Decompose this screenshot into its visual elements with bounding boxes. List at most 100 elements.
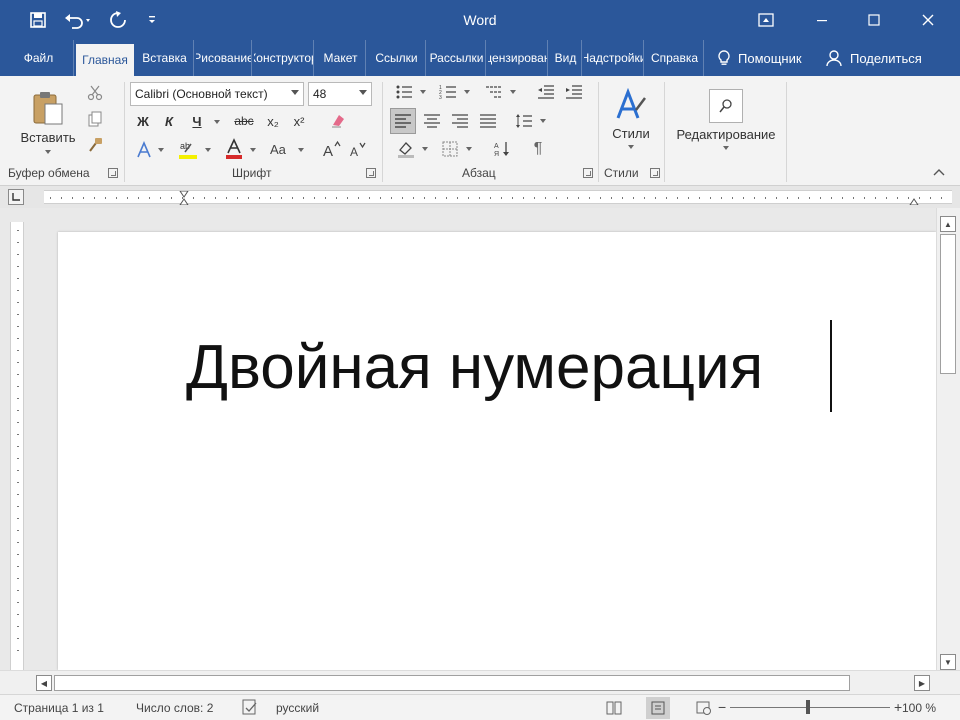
zoom-out-icon[interactable]: − <box>718 699 726 715</box>
show-marks-icon[interactable]: ¶ <box>526 136 550 162</box>
clear-formatting-icon[interactable] <box>326 108 350 132</box>
zoom-slider-thumb[interactable] <box>806 700 810 714</box>
underline-button[interactable]: Ч <box>186 110 208 132</box>
close-icon[interactable] <box>908 6 948 34</box>
strikethrough-button[interactable]: abc <box>230 110 258 132</box>
tab-references[interactable]: Ссылки <box>368 40 426 76</box>
justify-icon[interactable] <box>476 108 500 134</box>
line-spacing-icon[interactable] <box>512 108 536 134</box>
multilevel-list-icon[interactable] <box>482 80 506 104</box>
vertical-scroll-thumb[interactable] <box>940 234 956 374</box>
multilevel-dropdown-arrow[interactable] <box>510 90 516 94</box>
bold-button[interactable]: Ж <box>132 110 154 132</box>
tab-help[interactable]: Справка <box>646 40 704 76</box>
numbering-dropdown-arrow[interactable] <box>464 90 470 94</box>
bullets-icon[interactable] <box>392 80 416 104</box>
horizontal-scrollbar[interactable]: ◀ ▶ <box>0 670 960 694</box>
collapse-ribbon-icon[interactable] <box>930 164 948 180</box>
paste-dropdown-arrow[interactable] <box>45 150 51 154</box>
ruler-tick <box>468 197 469 199</box>
decrease-indent-icon[interactable] <box>534 80 558 104</box>
highlight-icon[interactable]: ab <box>174 136 202 162</box>
zoom-level[interactable]: 100 % <box>902 701 936 715</box>
tab-selector-icon[interactable] <box>8 189 24 205</box>
font-size-combo[interactable]: 48 <box>308 82 372 106</box>
font-color-dropdown-arrow[interactable] <box>250 148 256 152</box>
text-effects-dropdown-arrow[interactable] <box>158 148 164 152</box>
print-layout-icon[interactable] <box>646 697 670 719</box>
editing-button[interactable]: Редактирование <box>670 80 782 158</box>
tab-mailings[interactable]: Рассылки <box>428 40 486 76</box>
shading-dropdown-arrow[interactable] <box>422 147 428 151</box>
change-case-icon[interactable]: Aa <box>266 136 294 162</box>
grow-font-icon[interactable]: A <box>320 136 344 162</box>
tell-me-button[interactable]: Помощник <box>716 40 802 76</box>
tab-draw[interactable]: Рисование <box>196 40 252 76</box>
share-button[interactable]: Поделиться <box>826 40 922 76</box>
superscript-button[interactable]: x² <box>288 110 310 132</box>
tab-view[interactable]: Вид <box>550 40 582 76</box>
scroll-up-icon[interactable]: ▲ <box>940 216 956 232</box>
scroll-down-icon[interactable]: ▼ <box>940 654 956 670</box>
borders-icon[interactable] <box>438 136 462 162</box>
ruler-track[interactable] <box>44 190 952 206</box>
title-bar: Word <box>0 0 960 40</box>
page-count[interactable]: Страница 1 из 1 <box>14 701 104 715</box>
underline-dropdown-arrow[interactable] <box>214 120 220 124</box>
copy-icon[interactable] <box>84 108 106 130</box>
change-case-dropdown-arrow[interactable] <box>298 148 304 152</box>
zoom-slider[interactable] <box>730 707 890 708</box>
word-count[interactable]: Число слов: 2 <box>136 701 213 715</box>
cut-icon[interactable] <box>84 82 106 104</box>
proofing-icon[interactable] <box>242 699 258 718</box>
vertical-scrollbar[interactable]: ▲ ▼ <box>936 208 960 670</box>
styles-button[interactable]: Стили <box>606 80 656 156</box>
align-center-icon[interactable] <box>420 108 444 134</box>
line-spacing-dropdown-arrow[interactable] <box>540 119 546 123</box>
tab-insert[interactable]: Вставка <box>136 40 194 76</box>
font-launcher[interactable] <box>366 168 376 178</box>
align-right-icon[interactable] <box>448 108 472 134</box>
shrink-font-icon[interactable]: A <box>346 136 370 162</box>
tab-review[interactable]: Рецензирование <box>488 40 548 76</box>
tab-layout[interactable]: Макет <box>316 40 366 76</box>
tab-home[interactable]: Главная <box>76 44 134 76</box>
clipboard-launcher[interactable] <box>108 168 118 178</box>
font-name-combo[interactable]: Calibri (Основной текст) <box>130 82 304 106</box>
bullets-dropdown-arrow[interactable] <box>420 90 426 94</box>
svg-text:3: 3 <box>439 95 442 100</box>
language-indicator[interactable]: русский <box>276 701 319 715</box>
sort-icon[interactable]: AЯ <box>490 136 514 162</box>
highlight-dropdown-arrow[interactable] <box>205 148 211 152</box>
increase-indent-icon[interactable] <box>562 80 586 104</box>
italic-button[interactable]: К <box>158 110 180 132</box>
read-mode-icon[interactable] <box>602 697 626 719</box>
paste-button[interactable]: Вставить <box>18 82 78 152</box>
shading-icon[interactable] <box>394 136 418 162</box>
paragraph-launcher[interactable] <box>583 168 593 178</box>
web-layout-icon[interactable] <box>692 697 716 719</box>
subscript-button[interactable]: x₂ <box>262 110 284 132</box>
maximize-icon[interactable] <box>854 6 894 34</box>
scroll-left-icon[interactable]: ◀ <box>36 675 52 691</box>
styles-launcher[interactable] <box>650 168 660 178</box>
tab-file[interactable]: Файл <box>4 40 74 76</box>
borders-dropdown-arrow[interactable] <box>466 147 472 151</box>
numbering-icon[interactable]: 123 <box>436 80 460 104</box>
ribbon-display-icon[interactable] <box>746 6 786 34</box>
format-painter-icon[interactable] <box>84 134 106 156</box>
zoom-in-icon[interactable]: + <box>894 699 902 715</box>
tab-design[interactable]: Конструктор <box>254 40 314 76</box>
scroll-right-icon[interactable]: ▶ <box>914 675 930 691</box>
indent-marker[interactable] <box>179 190 189 206</box>
text-effects-icon[interactable] <box>132 138 156 162</box>
align-left-icon[interactable] <box>390 108 416 134</box>
minimize-icon[interactable] <box>802 6 842 34</box>
document-text[interactable]: Двойная нумерация <box>186 332 763 403</box>
document-page[interactable]: Двойная нумерация <box>58 232 936 670</box>
horizontal-scroll-thumb[interactable] <box>54 675 850 691</box>
font-color-icon[interactable] <box>222 136 246 162</box>
right-indent-marker[interactable] <box>909 198 919 206</box>
svg-text:A: A <box>494 143 499 150</box>
tab-addins[interactable]: Надстройки <box>584 40 644 76</box>
